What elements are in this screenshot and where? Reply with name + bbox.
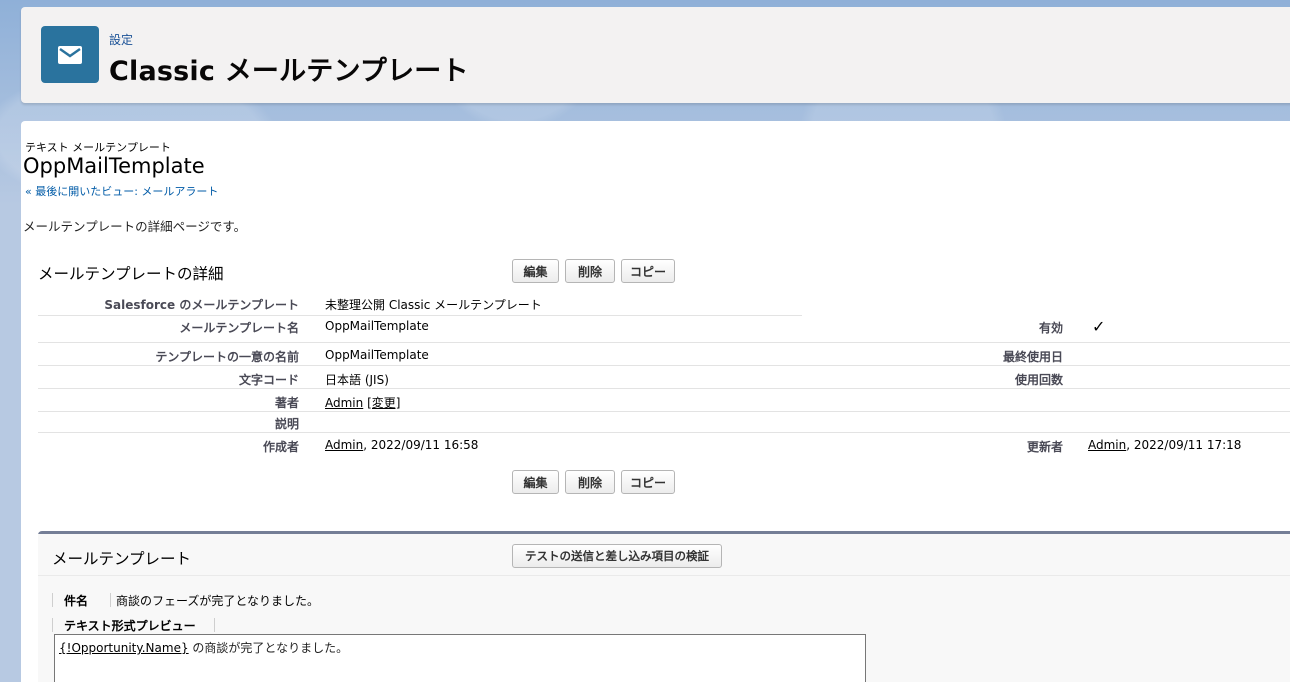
unique-name-label: テンプレートの一意の名前: [155, 350, 299, 364]
subject-label: 件名: [64, 594, 89, 608]
separator: [214, 618, 215, 632]
description-label: 説明: [274, 417, 299, 431]
separator: [110, 593, 111, 607]
header-eyebrow: 設定: [109, 33, 134, 47]
detail-section-title: メールテンプレートの詳細: [38, 265, 224, 283]
modified-by-label: 更新者: [1026, 440, 1063, 454]
template-name-value: OppMailTemplate: [325, 319, 429, 333]
edit-button-bottom[interactable]: 編集: [512, 470, 559, 494]
created-by-link[interactable]: Admin: [325, 438, 363, 452]
unique-name-value: OppMailTemplate: [325, 348, 429, 362]
record-name: OppMailTemplate: [23, 154, 205, 178]
modified-by-value: Admin, 2022/09/11 17:18: [1088, 438, 1241, 452]
back-to-list-link[interactable]: « 最後に開いたビュー: メールアラート: [25, 183, 218, 199]
text-preview-box: {!Opportunity.Name} の商談が完了となりました。: [54, 634, 866, 682]
change-author-link[interactable]: [変更]: [367, 396, 400, 410]
row-divider: [38, 315, 802, 316]
author-link[interactable]: Admin: [325, 396, 363, 410]
created-by-date: , 2022/09/11 16:58: [363, 438, 479, 452]
author-label: 著者: [274, 396, 299, 410]
copy-button[interactable]: コピー: [621, 259, 675, 283]
active-checkmark-icon: ✓: [1092, 317, 1106, 336]
copy-button-bottom[interactable]: コピー: [621, 470, 675, 494]
row-divider: [38, 342, 1290, 343]
created-by-value: Admin, 2022/09/11 16:58: [325, 438, 478, 452]
row-divider: [38, 411, 1290, 412]
merge-field-link[interactable]: {!Opportunity.Name}: [59, 641, 189, 655]
times-used-label: 使用回数: [1014, 373, 1063, 387]
page-title: Classic メールテンプレート: [109, 56, 469, 87]
page-description: メールテンプレートの詳細ページです。: [23, 219, 247, 234]
row-divider: [38, 432, 1290, 433]
preview-label: テキスト形式プレビュー: [64, 619, 196, 633]
row-divider: [38, 365, 1290, 366]
author-value: Admin [変更]: [325, 394, 400, 411]
delete-button-bottom[interactable]: 削除: [565, 470, 615, 494]
active-label: 有効: [1038, 321, 1063, 335]
record-type-label: テキスト メールテンプレート: [25, 141, 171, 154]
created-by-label: 作成者: [262, 440, 299, 454]
last-used-label: 最終使用日: [1002, 350, 1063, 364]
mail-template-title: メールテンプレート: [52, 550, 192, 568]
encoding-label: 文字コード: [238, 373, 299, 387]
mail-template-section: メールテンプレート テストの送信と差し込み項目の検証 件名 商談のフェーズが完了…: [38, 531, 1290, 682]
edit-button[interactable]: 編集: [512, 259, 559, 283]
test-send-button[interactable]: テストの送信と差し込み項目の検証: [512, 544, 722, 568]
modified-by-date: , 2022/09/11 17:18: [1126, 438, 1242, 452]
modified-by-link[interactable]: Admin: [1088, 438, 1126, 452]
subject-value: 商談のフェーズが完了となりました。: [116, 594, 320, 608]
main-content: テキスト メールテンプレート OppMailTemplate « 最後に開いたビ…: [21, 121, 1290, 682]
delete-button[interactable]: 削除: [565, 259, 615, 283]
separator: [52, 593, 53, 607]
preview-text: の商談が完了となりました。: [188, 641, 349, 655]
template-name-label: メールテンプレート名: [179, 321, 299, 335]
envelope-icon: [41, 26, 99, 83]
separator: [52, 618, 53, 632]
row-divider: [38, 388, 1290, 389]
folder-value: 未整理公開 Classic メールテンプレート: [325, 298, 542, 312]
folder-label: Salesforce のメールテンプレート: [104, 298, 299, 312]
page-header: 設定 Classic メールテンプレート: [21, 7, 1290, 103]
encoding-value: 日本語 (JIS): [325, 373, 389, 387]
